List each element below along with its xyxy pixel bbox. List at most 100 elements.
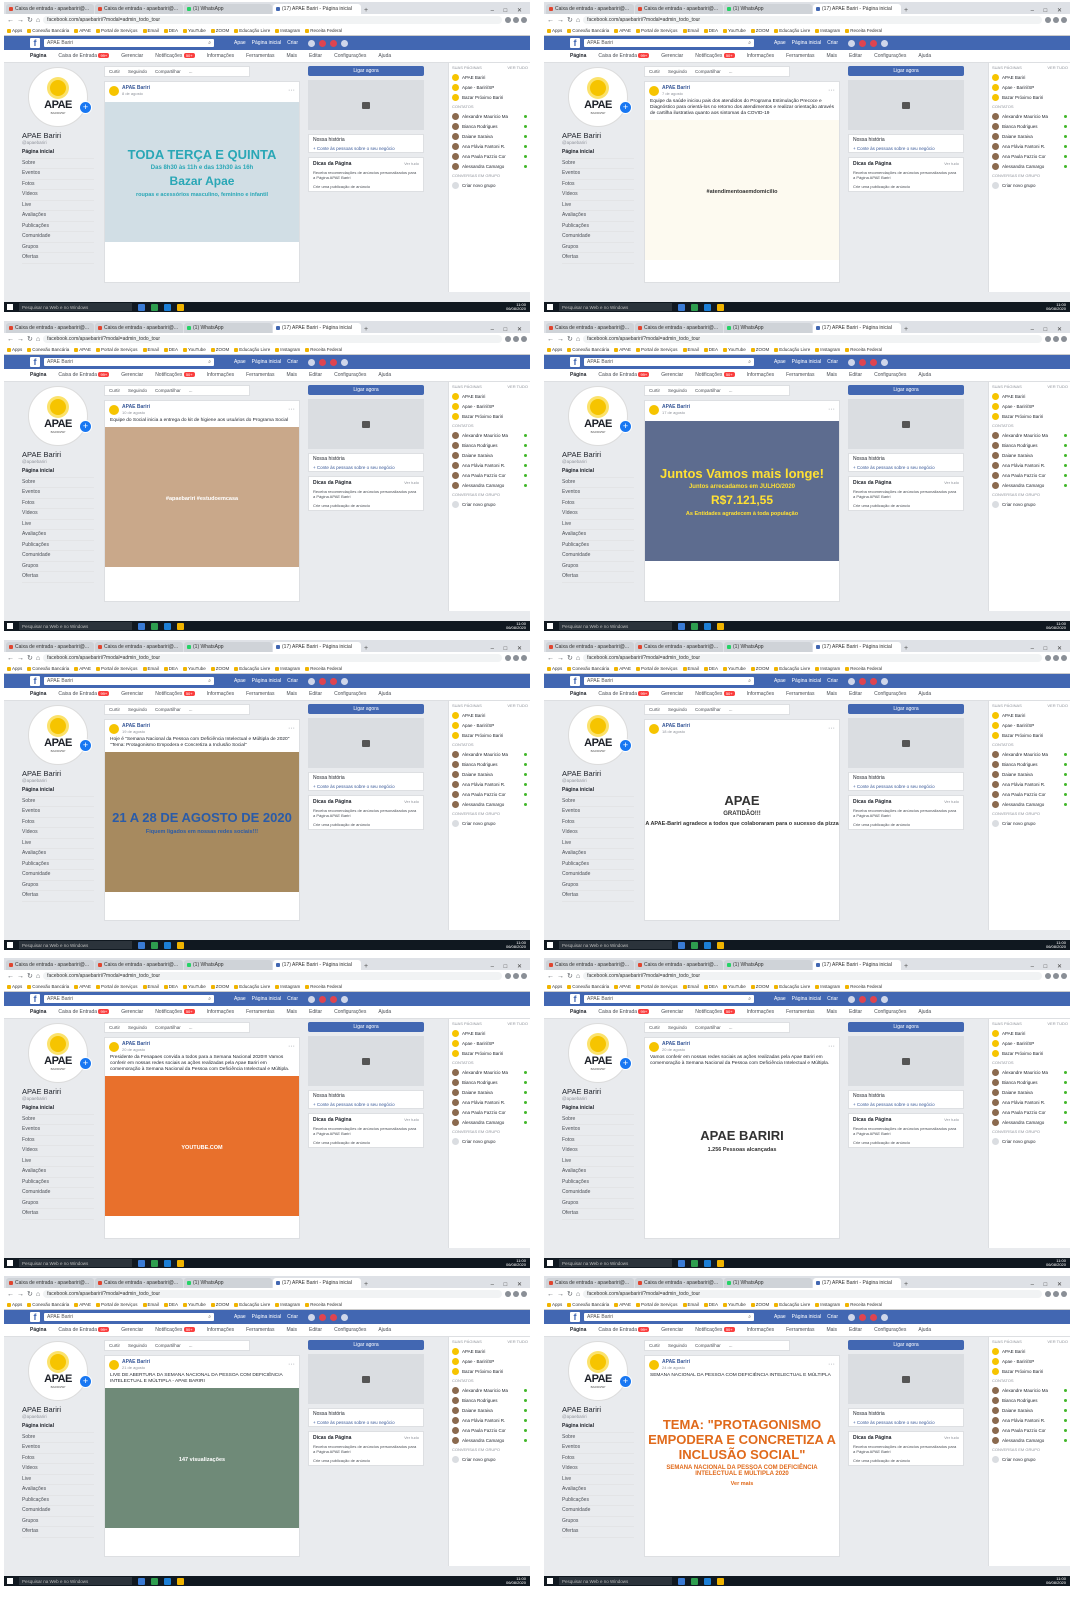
page-tab[interactable]: Página [30, 691, 46, 697]
window-controls[interactable]: – □ ✕ [1031, 963, 1070, 970]
edge-icon[interactable] [138, 1259, 145, 1267]
fb-nav-item[interactable]: Criar [827, 996, 838, 1002]
extension-icon[interactable] [505, 655, 511, 661]
browser-tab[interactable]: Caixa de entrada - apaebariri@... [95, 4, 183, 14]
back-icon[interactable]: ← [7, 973, 14, 980]
tip-item[interactable]: Receba recomendações de anúncios persona… [309, 806, 423, 820]
url-input[interactable]: facebook.com/apaebariri/?modal=admin_tod… [583, 1290, 1042, 1298]
page-name[interactable]: APAE Bariri [562, 1087, 634, 1096]
page-menu-item[interactable]: Vídeos [562, 1146, 634, 1157]
page-tab[interactable]: Ferramentas [786, 691, 814, 697]
home-icon[interactable]: ⌂ [36, 336, 40, 343]
post-image[interactable]: #apaebariri #estudoemcasa [105, 427, 299, 567]
page-menu-item[interactable]: Página inicial [22, 467, 94, 478]
page-action-button[interactable]: ... [189, 69, 193, 74]
windows-start-icon[interactable] [547, 623, 553, 629]
profile-avatar[interactable] [521, 336, 527, 342]
contact-item[interactable]: Alessandra Camargo [449, 161, 530, 171]
page-tab[interactable]: Ajuda [918, 372, 931, 378]
post-date[interactable]: 24 de agosto [662, 1365, 690, 1370]
extension-icon[interactable] [513, 336, 519, 342]
contact-item[interactable]: Ana Flávia Fantoni R. [989, 460, 1070, 470]
page-action-button[interactable]: Curtir [649, 1025, 660, 1030]
browser-tab[interactable]: (17) APAE Bariri - Página inicial [813, 642, 901, 652]
friends-icon[interactable] [308, 677, 315, 685]
page-tab[interactable]: Informações [747, 53, 775, 59]
chrome-icon[interactable] [717, 1259, 724, 1267]
page-action-button[interactable]: ... [189, 388, 193, 393]
bookmark-item[interactable]: Educação Livre [234, 984, 270, 989]
page-profile-picture[interactable]: APAE BARIRI/SP + [568, 1341, 632, 1401]
page-tab[interactable]: Ferramentas [246, 1327, 274, 1333]
back-icon[interactable]: ← [7, 1291, 14, 1298]
bookmark-item[interactable]: Portal de Serviços [635, 347, 678, 352]
profile-avatar[interactable] [1061, 336, 1067, 342]
page-tab[interactable]: Caixa de Entrada 99+ [58, 1009, 110, 1015]
page-tab[interactable]: Caixa de Entrada 99+ [58, 1327, 110, 1333]
page-menu-item[interactable]: Publicações [562, 541, 634, 551]
page-tab[interactable]: Mais [826, 53, 837, 59]
bookmark-item[interactable]: Conexão Bancária [567, 347, 609, 352]
bookmark-item[interactable]: APAE [614, 666, 631, 671]
url-input[interactable]: facebook.com/apaebariri/?modal=admin_tod… [43, 972, 502, 980]
page-menu-item[interactable]: Fotos [22, 1136, 94, 1146]
help-icon[interactable] [881, 39, 888, 47]
contact-item[interactable]: Ana Flávia Fantoni R. [449, 1415, 530, 1425]
page-tab[interactable]: Notificações 50+ [155, 53, 195, 59]
browser-tab[interactable]: Caixa de entrada - apaebariri@... [95, 323, 183, 333]
page-tab[interactable]: Página [30, 372, 46, 378]
post-avatar[interactable] [109, 1041, 119, 1052]
bookmark-item[interactable]: Instagram [275, 28, 300, 33]
bookmark-item[interactable]: APAE [74, 666, 91, 671]
back-icon[interactable]: ← [7, 336, 14, 343]
search-icon[interactable]: ⌕ [208, 996, 211, 1002]
window-controls[interactable]: – □ ✕ [1031, 645, 1070, 652]
bookmark-item[interactable]: Instagram [275, 347, 300, 352]
facebook-logo-icon[interactable]: f [30, 1312, 40, 1322]
bookmark-item[interactable]: ZOOM [210, 1302, 229, 1307]
search-icon[interactable]: ⌕ [748, 40, 751, 46]
tip-item[interactable]: Receba recomendações de anúncios persona… [309, 168, 423, 182]
see-all-link[interactable]: Ver tudo [944, 161, 959, 166]
forward-icon[interactable]: → [557, 973, 564, 980]
bookmark-item[interactable]: APAE [614, 347, 631, 352]
contact-item[interactable]: Bianca Rodrigues [989, 121, 1070, 131]
page-menu-item[interactable]: Sobre [562, 159, 634, 169]
forward-icon[interactable]: → [17, 17, 24, 24]
contact-item[interactable]: Alessandra Camargo [989, 1117, 1070, 1127]
page-menu-item[interactable]: Página inicial [562, 1104, 634, 1115]
history-link[interactable]: + Conte às pessoas sobre o seu negócio [849, 1101, 963, 1108]
notifications-icon[interactable] [870, 995, 877, 1003]
more-options-icon[interactable]: ··· [288, 87, 295, 94]
browser-tab[interactable]: (17) APAE Bariri - Página inicial [273, 1278, 361, 1288]
page-menu-item[interactable]: Comunidade [562, 1506, 634, 1517]
history-link[interactable]: + Conte às pessoas sobre o seu negócio [309, 145, 423, 152]
page-tab[interactable]: Página [570, 372, 586, 378]
back-icon[interactable]: ← [547, 336, 554, 343]
new-tab-button[interactable]: + [364, 7, 368, 14]
bookmark-item[interactable]: APAE [74, 28, 91, 33]
search-icon[interactable]: ⌕ [208, 40, 211, 46]
home-icon[interactable]: ⌂ [36, 655, 40, 662]
create-group-button[interactable]: Criar novo grupo [989, 180, 1070, 190]
history-link[interactable]: + Conte às pessoas sobre o seu negócio [849, 464, 963, 471]
page-menu-item[interactable]: Ofertas [562, 253, 634, 264]
fb-nav-item[interactable]: Página inicial [252, 359, 281, 365]
page-shortcut[interactable]: Apae - Bariri/SP [989, 82, 1070, 92]
page-menu-item[interactable]: Avaliações [562, 211, 634, 222]
page-menu-item[interactable]: Ofertas [22, 891, 94, 902]
extension-icon[interactable] [1045, 1291, 1051, 1297]
url-input[interactable]: facebook.com/apaebariri/?modal=admin_tod… [583, 335, 1042, 343]
page-shortcut[interactable]: APAE Bariri [449, 391, 530, 401]
bookmark-item[interactable]: Conexão Bancária [567, 28, 609, 33]
history-link[interactable]: + Conte às pessoas sobre o seu negócio [309, 1101, 423, 1108]
page-menu-item[interactable]: Grupos [22, 562, 94, 572]
page-tab[interactable]: Ajuda [918, 1009, 931, 1015]
cover-placeholder[interactable] [308, 80, 424, 130]
tip-item[interactable]: Crie uma publicação de anúncio [309, 501, 423, 510]
tip-item[interactable]: Receba recomendações de anúncios persona… [849, 1124, 963, 1138]
page-menu-item[interactable]: Live [562, 520, 634, 530]
post-image[interactable]: Juntos Vamos mais longe! Juntos arrecada… [645, 421, 839, 561]
extension-icon[interactable] [1053, 1291, 1059, 1297]
page-tab[interactable]: Caixa de Entrada 99+ [58, 53, 110, 59]
